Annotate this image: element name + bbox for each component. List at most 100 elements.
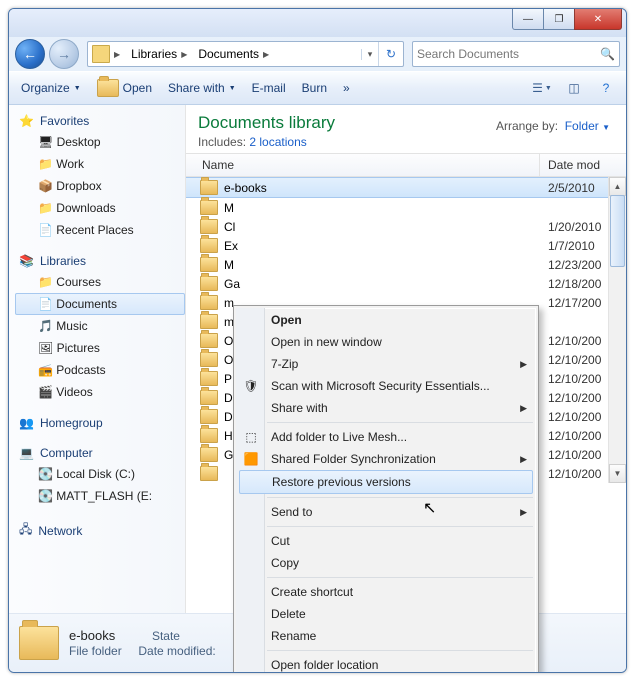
address-dropdown[interactable]: ▾ [361,49,378,60]
sidebar-item[interactable]: 🖼 Pictures [15,337,185,359]
sidebar-item[interactable]: 📄 Recent Places [15,219,185,241]
forward-button[interactable]: → [49,39,79,69]
context-menu-item[interactable]: Create shortcut [237,581,535,603]
search-input[interactable]: Search Documents 🔍 [412,41,620,67]
breadcrumb-documents[interactable]: Documents [198,47,259,61]
help-button[interactable]: ? [594,77,618,99]
sidebar-item[interactable]: 📻 Podcasts [15,359,185,381]
organize-button[interactable]: Organize▼ [17,79,85,97]
folder-icon [200,333,218,348]
folder-icon [200,180,218,195]
scroll-down-button[interactable]: ▼ [609,464,626,483]
table-row[interactable]: e-books2/5/2010 [186,177,626,198]
minimize-button[interactable]: — [512,9,544,30]
toolbar-overflow[interactable]: » [339,79,354,97]
folder-icon [200,428,218,443]
sidebar-item[interactable]: 🎬 Videos [15,381,185,403]
locations-link[interactable]: 2 locations [249,135,306,149]
context-menu-item[interactable]: 🟧Shared Folder Synchronization▶ [237,448,535,470]
table-row[interactable]: Ga12/18/200 [186,274,626,293]
context-menu-item[interactable]: Open in new window [237,331,535,353]
folder-icon [200,466,218,481]
sidebar-item[interactable]: 💽 Local Disk (C:) [15,463,185,485]
toolbar: Organize▼ Open Share with▼ E-mail Burn »… [9,71,626,105]
context-menu-item[interactable]: Open folder location [237,654,535,673]
folder-icon [200,257,218,272]
folder-icon [200,314,218,329]
search-icon: 🔍 [600,47,615,61]
network-header[interactable]: 🖧 Network [15,517,185,544]
context-menu-item[interactable]: Rename [237,625,535,647]
arrange-by[interactable]: Arrange by: Folder ▼ [496,119,610,133]
context-menu-item[interactable]: Copy [237,552,535,574]
preview-pane-button[interactable]: ◫ [562,77,586,99]
burn-button[interactable]: Burn [298,79,331,97]
table-row[interactable]: Ex1/7/2010 [186,236,626,255]
body: ⭐ Favorites 🖥 Desktop📁 Work📦 Dropbox📁 Do… [9,105,626,613]
submenu-arrow-icon: ▶ [520,507,527,518]
sidebar-item[interactable]: 📁 Downloads [15,197,185,219]
table-row[interactable]: M [186,198,626,217]
column-headers[interactable]: Name Date mod [186,153,626,177]
context-menu-item[interactable]: 7-Zip▶ [237,353,535,375]
nav-row: ← → ▶ Libraries▶ Documents▶ ▾ ↻ Search D… [9,37,626,71]
mesh-icon: ⬚ [243,429,259,445]
sidebar-item[interactable]: 📦 Dropbox [15,175,185,197]
folder-icon [200,390,218,405]
sidebar-item[interactable]: 📄 Documents [15,293,185,315]
libraries-header[interactable]: 📚 Libraries [15,251,185,271]
sidebar-item[interactable]: 💽 MATT_FLASH (E: [15,485,185,507]
submenu-arrow-icon: ▶ [520,359,527,370]
details-name: e-books [69,628,115,643]
sidebar-item[interactable]: 🎵 Music [15,315,185,337]
sidebar-item[interactable]: 🖥 Desktop [15,131,185,153]
nav-pane: ⭐ Favorites 🖥 Desktop📁 Work📦 Dropbox📁 Do… [9,105,186,613]
close-button[interactable]: ✕ [574,9,622,30]
scroll-up-button[interactable]: ▲ [609,177,626,196]
details-modified-label: Date modified: [138,644,215,658]
table-row[interactable]: Cl1/20/2010 [186,217,626,236]
table-row[interactable]: M12/23/200 [186,255,626,274]
shield-icon: 🛡 [243,378,259,394]
context-menu-item[interactable]: Send to▶ [237,501,535,523]
context-menu-item[interactable]: ⬚Add folder to Live Mesh... [237,426,535,448]
computer-header[interactable]: 💻 Computer [15,443,185,463]
column-name[interactable]: Name [186,154,540,176]
column-date[interactable]: Date mod [540,154,626,176]
view-button[interactable]: ☰▼ [530,77,554,99]
context-menu: OpenOpen in new window7-Zip▶🛡Scan with M… [233,305,539,673]
folder-icon [200,219,218,234]
favorites-header[interactable]: ⭐ Favorites [15,111,185,131]
search-placeholder: Search Documents [417,47,519,61]
address-bar[interactable]: ▶ Libraries▶ Documents▶ ▾ ↻ [87,41,404,67]
folder-icon [200,447,218,462]
open-icon [97,79,119,97]
titlebar: — ❐ ✕ [9,9,626,37]
back-button[interactable]: ← [15,39,45,69]
sidebar-item[interactable]: 📁 Work [15,153,185,175]
open-button[interactable]: Open [93,77,156,99]
share-with-button[interactable]: Share with▼ [164,79,240,97]
folder-icon [200,371,218,386]
scroll-thumb[interactable] [610,195,625,267]
email-button[interactable]: E-mail [248,79,290,97]
library-subtitle: Includes: 2 locations [198,135,614,149]
maximize-button[interactable]: ❐ [543,9,575,30]
folder-icon [19,626,59,660]
refresh-button[interactable]: ↻ [378,42,403,66]
location-icon [92,45,110,63]
folder-icon [200,295,218,310]
context-menu-item[interactable]: Delete [237,603,535,625]
context-menu-item[interactable]: Cut [237,530,535,552]
context-menu-item[interactable]: Restore previous versions [239,470,533,494]
breadcrumb-libraries[interactable]: Libraries [131,47,177,61]
folder-icon [200,409,218,424]
scrollbar[interactable]: ▲ ▼ [608,177,626,483]
folder-icon [200,200,218,215]
context-menu-item[interactable]: Share with▶ [237,397,535,419]
context-menu-item[interactable]: Open [237,309,535,331]
homegroup-header[interactable]: 👥 Homegroup [15,413,185,433]
sidebar-item[interactable]: 📁 Courses [15,271,185,293]
folder-icon [200,238,218,253]
context-menu-item[interactable]: 🛡Scan with Microsoft Security Essentials… [237,375,535,397]
